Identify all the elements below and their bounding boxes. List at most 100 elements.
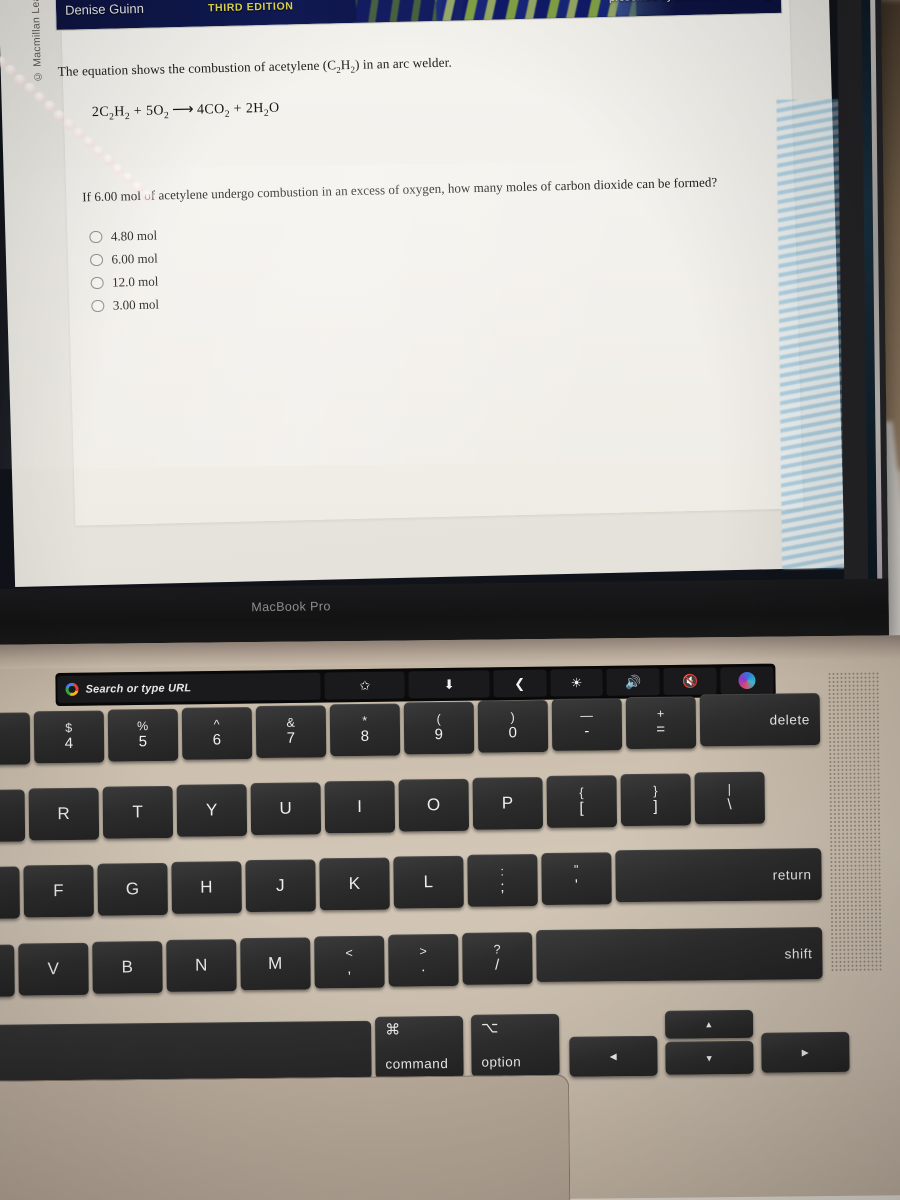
- key-n[interactable]: N: [166, 939, 237, 992]
- trackpad[interactable]: [0, 1074, 571, 1200]
- key-i[interactable]: I: [324, 780, 396, 834]
- key-equals-upper: +: [656, 707, 665, 722]
- key-m[interactable]: M: [240, 937, 311, 991]
- eq-h2o-o: O: [268, 100, 280, 116]
- key-h[interactable]: H: [171, 861, 242, 914]
- option-icon: ⌥: [481, 1019, 500, 1037]
- key-b[interactable]: B: [92, 941, 163, 994]
- key-0-upper: ): [510, 710, 516, 725]
- choice-option[interactable]: 12.0 mol: [90, 273, 159, 292]
- key-t[interactable]: T: [102, 785, 174, 839]
- key-left-bracket-lower: [: [579, 799, 585, 817]
- key-arrow-down[interactable]: ▼: [665, 1040, 754, 1075]
- key-6-upper: ^: [213, 717, 221, 732]
- key-7[interactable]: & 7: [255, 705, 327, 759]
- key-period-lower: .: [421, 958, 426, 976]
- key-y[interactable]: Y: [176, 784, 248, 837]
- textbook-author: Denise Guinn: [64, 0, 145, 18]
- key-5-lower: 5: [138, 733, 148, 751]
- key-7-lower: 7: [286, 729, 296, 747]
- key-e[interactable]: E: [0, 789, 26, 843]
- key-quote[interactable]: " ': [541, 852, 612, 906]
- choice-label: 3.00 mol: [112, 296, 160, 313]
- choice-option[interactable]: 4.80 mol: [89, 228, 157, 246]
- key-arrow-right[interactable]: ▶: [761, 1031, 850, 1073]
- key-4-upper: $: [65, 721, 73, 736]
- eq-o: O: [153, 103, 165, 119]
- key-c[interactable]: C: [0, 944, 15, 998]
- key-option-label: option: [481, 1054, 522, 1070]
- key-4-lower: 4: [64, 734, 74, 752]
- choice-label: 12.0 mol: [111, 273, 159, 290]
- key-space[interactable]: [0, 1020, 372, 1084]
- key-7-upper: &: [286, 715, 296, 731]
- radio-button-icon[interactable]: [89, 230, 103, 244]
- choice-option[interactable]: 3.00 mol: [91, 297, 159, 315]
- reaction-arrow-icon: ⟶: [171, 101, 195, 119]
- key-3[interactable]: # 3: [0, 712, 31, 766]
- key-o[interactable]: O: [398, 778, 470, 832]
- radio-button-icon[interactable]: [89, 253, 103, 267]
- key-left-bracket[interactable]: { [: [546, 775, 618, 828]
- key-minus[interactable]: — -: [551, 698, 623, 751]
- key-option-right[interactable]: ⌥ option: [470, 1013, 560, 1077]
- key-equals[interactable]: + =: [625, 696, 697, 750]
- key-shift-right[interactable]: shift: [536, 927, 823, 983]
- eq-co2: CO: [204, 101, 225, 118]
- key-return[interactable]: return: [615, 848, 822, 903]
- key-8[interactable]: * 8: [329, 703, 401, 757]
- key-8-lower: 8: [360, 727, 370, 745]
- key-6-lower: 6: [212, 731, 222, 749]
- key-5[interactable]: % 5: [107, 708, 179, 762]
- key-minus-upper: —: [580, 708, 594, 723]
- copyright-rail: © Macmillan Learning: [22, 0, 55, 219]
- key-semicolon[interactable]: : ;: [467, 854, 538, 907]
- macbook-pro-label: MacBook Pro: [251, 599, 331, 615]
- copyright-text: © Macmillan Learning: [28, 0, 45, 83]
- key-f[interactable]: F: [23, 864, 94, 918]
- key-period[interactable]: > .: [388, 933, 459, 987]
- eq-h: H: [114, 104, 125, 120]
- key-9[interactable]: ( 9: [403, 701, 475, 755]
- textbook-edition: THIRD EDITION: [207, 0, 294, 15]
- key-command-right[interactable]: ⌘ command: [375, 1015, 464, 1079]
- key-slash[interactable]: ? /: [462, 932, 533, 985]
- eq-h-sub: 2: [124, 112, 131, 123]
- key-comma[interactable]: < ,: [314, 935, 385, 989]
- key-v[interactable]: V: [18, 942, 89, 996]
- key-semicolon-lower: ;: [500, 878, 506, 896]
- key-r[interactable]: R: [28, 787, 100, 841]
- key-u[interactable]: U: [250, 782, 322, 836]
- key-delete[interactable]: delete: [699, 693, 821, 747]
- stem-mid: H: [340, 57, 351, 73]
- key-9-upper: (: [436, 712, 442, 727]
- answer-choices: 4.80 mol 6.00 mol 12.0 mol 3.00 mol: [89, 228, 159, 315]
- key-backslash[interactable]: | \: [694, 771, 766, 825]
- eq-plus-2: +: [233, 101, 243, 117]
- key-4[interactable]: $ 4: [33, 710, 105, 764]
- key-minus-lower: -: [584, 722, 590, 740]
- key-p[interactable]: P: [472, 777, 544, 830]
- key-k[interactable]: K: [319, 857, 390, 911]
- key-right-bracket[interactable]: } ]: [620, 773, 692, 827]
- photo-of-laptop-screen: © Macmillan Learning Essentials of Gener…: [0, 0, 900, 1200]
- key-6[interactable]: ^ 6: [181, 707, 253, 760]
- banner-photo-center: [434, 0, 637, 21]
- key-d[interactable]: D: [0, 866, 20, 920]
- key-arrow-up[interactable]: ▲: [664, 1009, 754, 1039]
- key-0[interactable]: ) 0: [477, 699, 549, 753]
- radio-button-icon[interactable]: [91, 299, 105, 313]
- key-l[interactable]: L: [393, 855, 464, 909]
- eq-co2-sub: 2: [224, 109, 231, 120]
- radio-button-icon[interactable]: [90, 276, 104, 290]
- key-right-bracket-lower: ]: [653, 797, 659, 815]
- courseware-page: © Macmillan Learning Essentials of Gener…: [0, 0, 845, 588]
- key-arrow-left[interactable]: ◀: [569, 1035, 658, 1077]
- key-equals-lower: =: [656, 720, 666, 738]
- choice-option[interactable]: 6.00 mol: [89, 251, 158, 269]
- key-j[interactable]: J: [245, 859, 316, 913]
- key-0-lower: 0: [508, 724, 518, 742]
- chemical-equation: 2C2H2 + 5O2 ⟶ 4CO2 + 2H2O: [92, 98, 280, 123]
- key-period-upper: >: [419, 944, 428, 959]
- key-g[interactable]: G: [97, 862, 168, 916]
